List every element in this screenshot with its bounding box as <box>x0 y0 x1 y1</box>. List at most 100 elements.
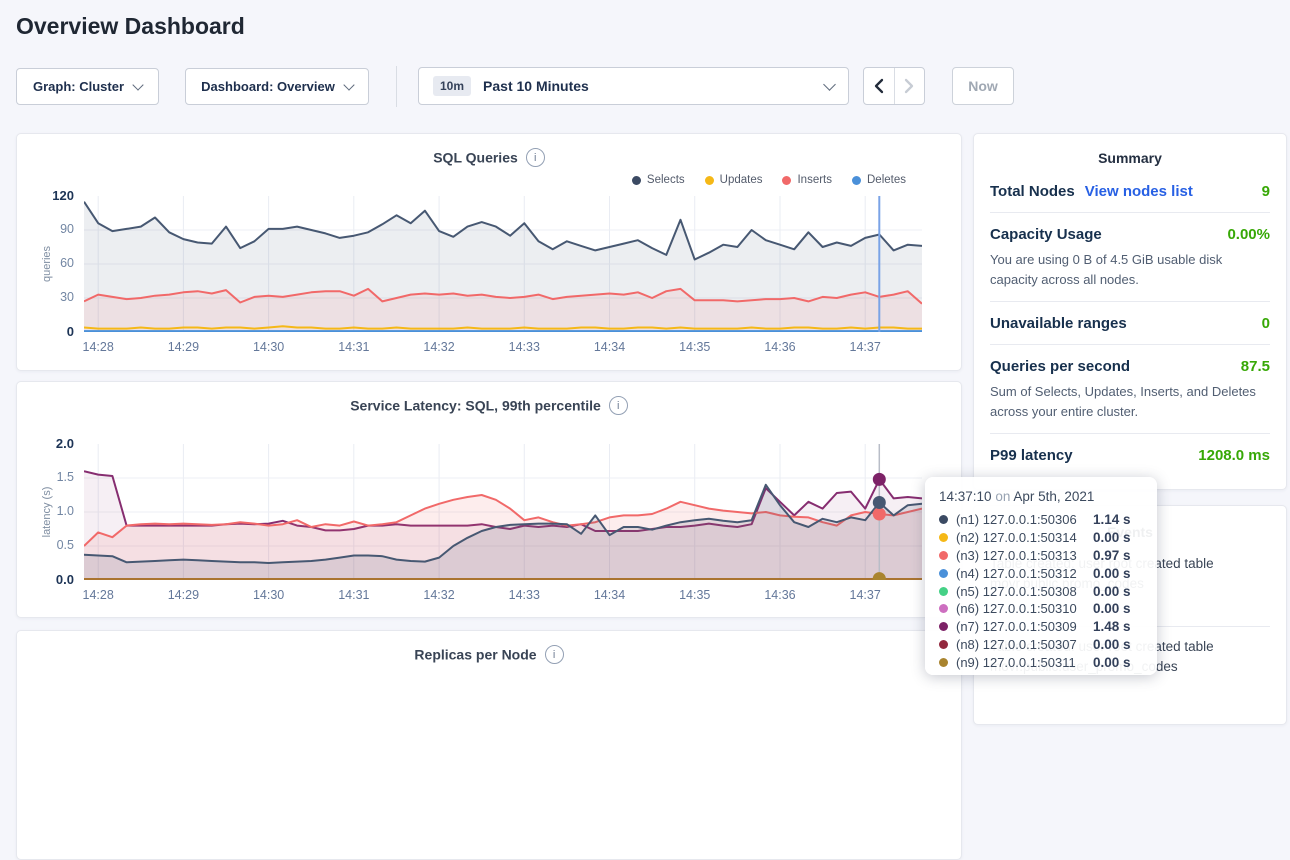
legend-item-selects[interactable]: Selects <box>632 174 685 186</box>
node-latency-value: 0.00 s <box>1093 584 1131 599</box>
tooltip-row: (n8) 127.0.0.1:503070.00 s <box>939 636 1143 654</box>
service-latency-plot[interactable] <box>84 444 922 580</box>
x-tick-label: 14:34 <box>580 588 640 602</box>
time-back-button[interactable] <box>864 68 895 104</box>
dashboard-dropdown-label: Dashboard: Overview <box>201 79 335 94</box>
sql-queries-title: SQL Queriesi <box>17 148 961 167</box>
chevron-down-icon <box>132 79 143 90</box>
node-color-dot <box>939 604 948 613</box>
x-tick-label: 14:37 <box>835 340 895 354</box>
node-latency-value: 0.00 s <box>1093 637 1131 652</box>
tooltip-row: (n5) 127.0.0.1:503080.00 s <box>939 582 1143 600</box>
legend-item-inserts[interactable]: Inserts <box>782 174 832 186</box>
node-color-dot <box>939 587 948 596</box>
x-tick-label: 14:34 <box>580 340 640 354</box>
node-color-dot <box>939 640 948 649</box>
x-tick-label: 14:28 <box>68 588 128 602</box>
view-nodes-list-link[interactable]: View nodes list <box>1085 183 1193 200</box>
node-latency-value: 0.00 s <box>1093 601 1131 616</box>
info-icon[interactable]: i <box>545 645 564 664</box>
tooltip-row: (n2) 127.0.0.1:503140.00 s <box>939 529 1143 547</box>
y-tick-label: 0.5 <box>17 538 74 552</box>
time-nav-group <box>863 67 925 105</box>
sql-queries-svg <box>84 196 922 332</box>
y-tick-label: 0.0 <box>17 572 74 587</box>
summary-row-p99-latency: P99 latency 1208.0 ms <box>990 433 1270 476</box>
summary-row-queries-per-second: Queries per second 87.5 Sum of Selects, … <box>990 344 1270 433</box>
summary-row-unavailable-ranges: Unavailable ranges 0 <box>990 301 1270 344</box>
summary-row-total-nodes: Total Nodes View nodes list 9 <box>990 170 1270 212</box>
node-latency-value: 0.00 s <box>1093 566 1131 581</box>
time-forward-button[interactable] <box>895 68 925 104</box>
time-range-badge: 10m <box>433 76 471 96</box>
legend-dot <box>705 176 714 185</box>
node-color-dot <box>939 515 948 524</box>
summary-heading: Summary <box>974 150 1286 166</box>
legend-dot <box>782 176 791 185</box>
x-tick-label: 14:30 <box>239 588 299 602</box>
tooltip-row: (n1) 127.0.0.1:503061.14 s <box>939 511 1143 529</box>
now-button[interactable]: Now <box>952 67 1014 105</box>
node-address: (n5) 127.0.0.1:50308 <box>956 584 1093 599</box>
y-tick-label: 2.0 <box>17 436 74 451</box>
tooltip-row: (n6) 127.0.0.1:503100.00 s <box>939 600 1143 618</box>
node-address: (n3) 127.0.0.1:50313 <box>956 548 1093 563</box>
x-tick-label: 14:31 <box>324 588 384 602</box>
x-tick-label: 14:32 <box>409 340 469 354</box>
controls-divider <box>396 66 397 107</box>
chevron-left-icon <box>874 78 884 94</box>
node-color-dot <box>939 569 948 578</box>
tooltip-rows: (n1) 127.0.0.1:503061.14 s(n2) 127.0.0.1… <box>939 511 1143 671</box>
y-tick-label: 1.0 <box>17 504 74 518</box>
y-tick-label: 90 <box>17 222 74 236</box>
node-latency-value: 0.00 s <box>1093 530 1131 545</box>
service-latency-svg <box>84 444 922 580</box>
p99-latency-value: 1208.0 ms <box>1198 447 1270 464</box>
node-color-dot <box>939 622 948 631</box>
capacity-usage-value: 0.00% <box>1227 226 1270 243</box>
x-tick-label: 14:30 <box>239 340 299 354</box>
node-address: (n6) 127.0.0.1:50310 <box>956 601 1093 616</box>
node-latency-value: 0.97 s <box>1093 548 1131 563</box>
x-tick-label: 14:35 <box>665 340 725 354</box>
x-tick-label: 14:35 <box>665 588 725 602</box>
node-address: (n9) 127.0.0.1:50311 <box>956 655 1093 670</box>
y-tick-label: 0 <box>17 324 74 339</box>
x-tick-label: 14:29 <box>153 588 213 602</box>
graph-dropdown-label: Graph: Cluster <box>33 79 124 94</box>
y-tick-label: 30 <box>17 290 74 304</box>
x-tick-label: 14:28 <box>68 340 128 354</box>
replicas-per-node-title: Replicas per Nodei <box>17 645 961 664</box>
sql-queries-legend: Selects Updates Inserts Deletes <box>632 174 906 186</box>
info-icon[interactable]: i <box>526 148 545 167</box>
summary-row-capacity-usage: Capacity Usage 0.00% You are using 0 B o… <box>990 212 1270 301</box>
tooltip-row: (n9) 127.0.0.1:503110.00 s <box>939 653 1143 671</box>
graph-dropdown[interactable]: Graph: Cluster <box>16 68 159 105</box>
node-latency-value: 1.14 s <box>1093 512 1131 527</box>
x-tick-label: 14:36 <box>750 340 810 354</box>
y-tick-label: 1.5 <box>17 470 74 484</box>
dashboard-dropdown[interactable]: Dashboard: Overview <box>185 68 369 105</box>
y-tick-label: 120 <box>17 188 74 203</box>
info-icon[interactable]: i <box>609 396 628 415</box>
chevron-down-icon <box>823 78 836 91</box>
node-address: (n7) 127.0.0.1:50309 <box>956 619 1093 634</box>
chevron-right-icon <box>904 78 914 94</box>
tooltip-timestamp: 14:37:10 on Apr 5th, 2021 <box>939 489 1143 504</box>
x-tick-label: 14:29 <box>153 340 213 354</box>
legend-item-deletes[interactable]: Deletes <box>852 174 906 186</box>
summary-body: Total Nodes View nodes list 9 Capacity U… <box>974 170 1286 476</box>
queries-per-second-desc: Sum of Selects, Updates, Inserts, and De… <box>990 382 1270 421</box>
node-address: (n8) 127.0.0.1:50307 <box>956 637 1093 652</box>
x-tick-label: 14:31 <box>324 340 384 354</box>
time-range-picker[interactable]: 10m Past 10 Minutes <box>418 67 849 105</box>
summary-card: Summary Total Nodes View nodes list 9 Ca… <box>973 133 1287 490</box>
x-tick-label: 14:37 <box>835 588 895 602</box>
y-tick-label: 60 <box>17 256 74 270</box>
legend-item-updates[interactable]: Updates <box>705 174 763 186</box>
sql-queries-plot[interactable] <box>84 196 922 332</box>
latency-tooltip: 14:37:10 on Apr 5th, 2021 (n1) 127.0.0.1… <box>925 477 1157 675</box>
node-latency-value: 1.48 s <box>1093 619 1131 634</box>
x-tick-label: 14:33 <box>494 588 554 602</box>
node-color-dot <box>939 658 948 667</box>
